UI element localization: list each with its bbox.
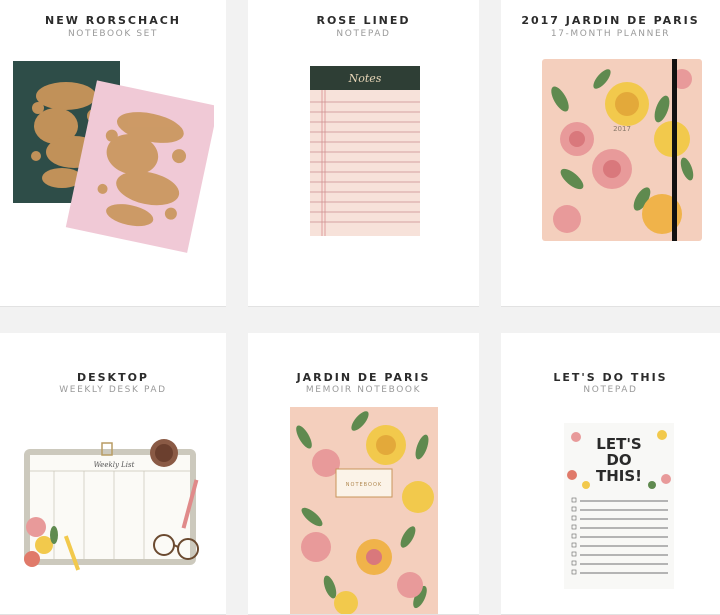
rose-lined-notepad-illustration: Notes <box>310 66 420 236</box>
product-title: DESKTOP <box>76 371 149 384</box>
product-subtitle: MEMOIR NOTEBOOK <box>305 385 422 395</box>
product-title: JARDIN DE PARIS <box>296 371 431 384</box>
product-subtitle: NOTEBOOK SET <box>67 29 159 39</box>
memoir-notebook-label: NOTEBOOK <box>346 482 382 488</box>
product-image <box>8 56 214 254</box>
weekly-script-label: Weekly List <box>94 461 135 469</box>
floral-memoir-notebook-illustration: NOTEBOOK <box>290 407 438 614</box>
product-subtitle: NOTEPAD <box>336 29 391 39</box>
lets-do-this-notepad-illustration: LET'S DO THIS! <box>564 423 674 589</box>
product-image: NOTEBOOK <box>290 407 438 614</box>
product-card-desktop[interactable]: DESKTOP WEEKLY DESK PAD Weekly List <box>0 333 226 615</box>
product-card-lets-do-this[interactable]: LET'S DO THIS NOTEPAD LET'S DO THIS! <box>501 333 720 615</box>
product-card-rose-lined[interactable]: ROSE LINED NOTEPAD Notes <box>248 0 479 307</box>
product-card-jardin-de-paris[interactable]: JARDIN DE PARIS MEMOIR NOTEBOOK NOTEBOOK <box>248 333 479 615</box>
product-title: NEW RORSCHACH <box>45 14 181 27</box>
notes-script-label: Notes <box>348 72 382 85</box>
product-title: 2017 JARDIN DE PARIS <box>521 14 700 27</box>
planner-year-label: 2017 <box>613 125 631 133</box>
product-image: Weekly List <box>14 409 214 579</box>
product-image: 2017 <box>542 59 702 241</box>
this-label: THIS! <box>596 467 642 485</box>
product-card-2017-jardin-de-paris[interactable]: 2017 JARDIN DE PARIS 17-MONTH PLANNER 20… <box>501 0 720 307</box>
product-image: LET'S DO THIS! <box>564 423 674 589</box>
product-subtitle: WEEKLY DESK PAD <box>59 385 167 395</box>
product-subtitle: 17-MONTH PLANNER <box>550 29 671 39</box>
rorschach-notebook-set-illustration <box>13 61 214 253</box>
weekly-desk-pad-illustration: Weekly List <box>24 439 199 571</box>
product-title: LET'S DO THIS <box>553 371 668 384</box>
product-title: ROSE LINED <box>316 14 411 27</box>
product-card-new-rorschach[interactable]: NEW RORSCHACH NOTEBOOK SET <box>0 0 226 307</box>
product-subtitle: NOTEPAD <box>583 385 638 395</box>
elastic-band <box>672 59 677 241</box>
product-image: Notes <box>310 66 420 236</box>
floral-planner-illustration: 2017 <box>542 59 702 241</box>
